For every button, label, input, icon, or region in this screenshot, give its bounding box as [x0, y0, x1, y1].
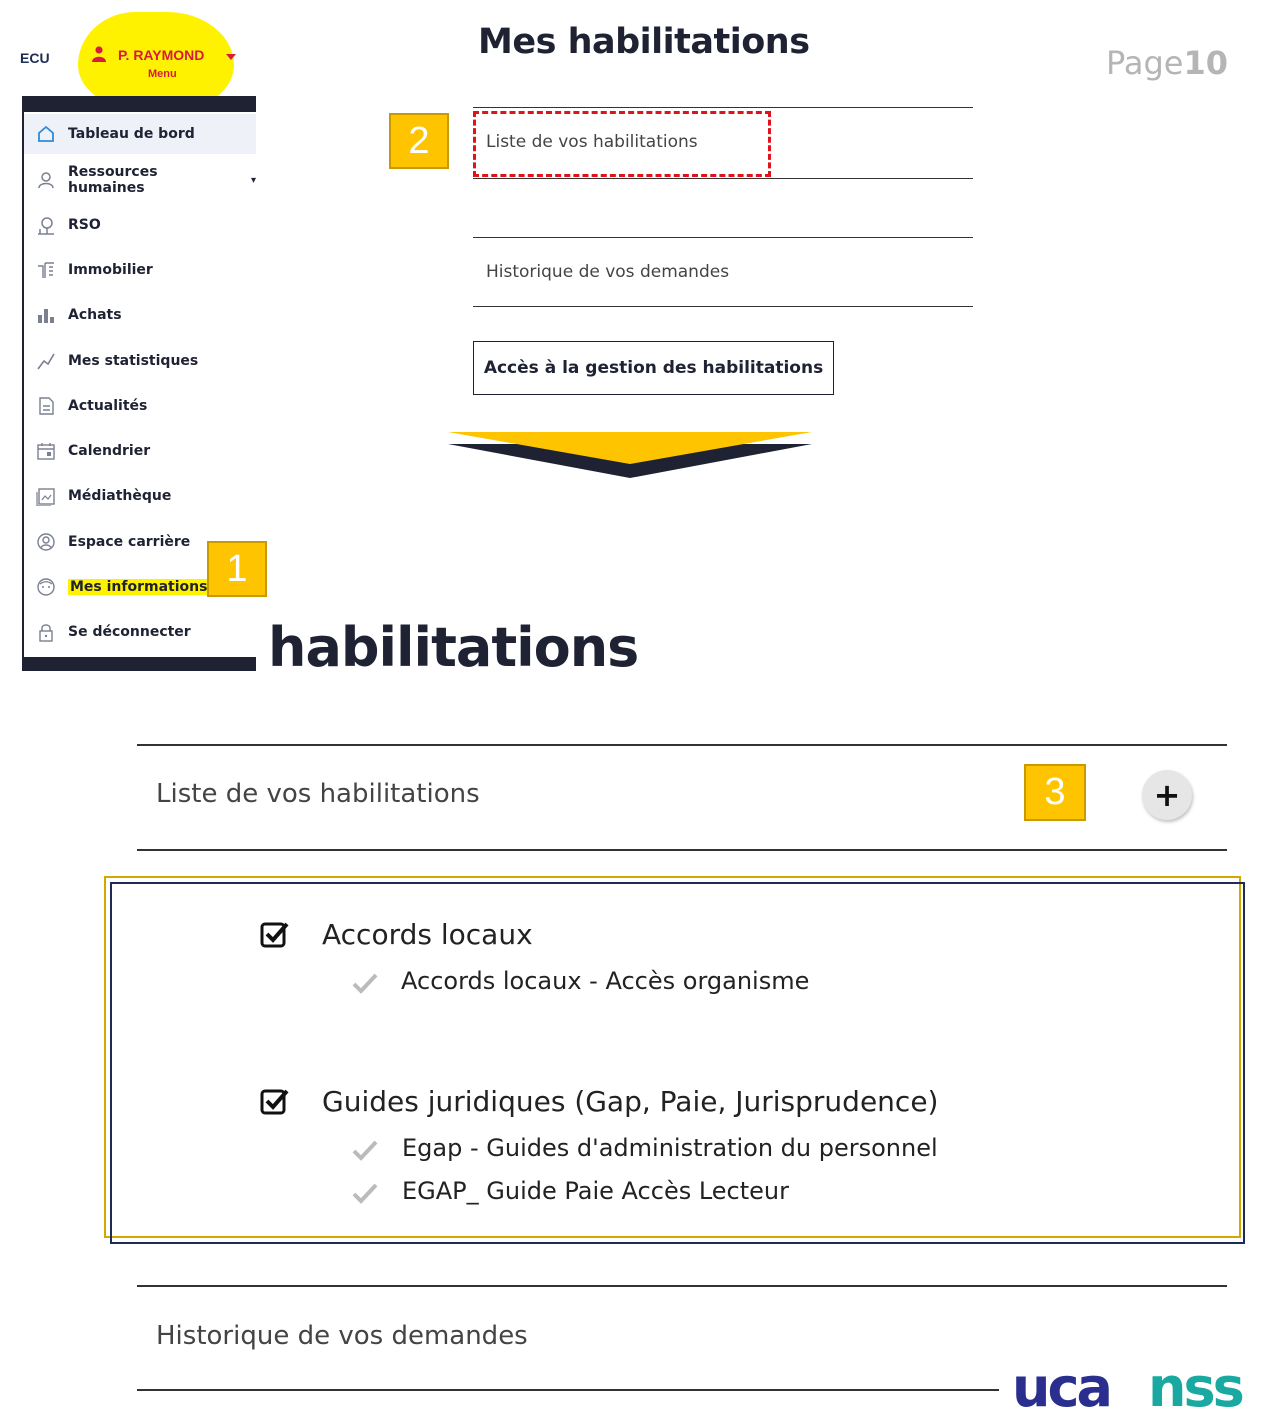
sidebar-item-calendrier[interactable]: Calendrier [36, 431, 150, 471]
arrow-down-icon [448, 432, 812, 478]
list-item: Accords locaux - Accès organisme [401, 967, 810, 995]
divider [137, 1389, 999, 1391]
home-icon [36, 124, 56, 144]
face-icon [36, 577, 56, 597]
zoom-title: habilitations [268, 616, 639, 679]
menu-header-bar [22, 96, 256, 112]
sidebar-item-immobilier[interactable]: Immobilier [36, 250, 153, 290]
divider [473, 107, 973, 108]
user-name[interactable]: P. RAYMOND [118, 47, 204, 63]
chevron-down-icon[interactable] [226, 54, 236, 60]
sidebar-item-label: RSO [68, 217, 101, 233]
user-icon [36, 170, 56, 190]
page-number-value: 10 [1183, 44, 1228, 82]
ucanss-logo: uca nss [1012, 1364, 1246, 1412]
chevron-down-icon[interactable]: ▾ [251, 175, 256, 186]
sidebar-item-se-deconnecter[interactable]: Se déconnecter [36, 612, 191, 652]
header-fragment: ECU [20, 50, 50, 66]
list-item: EGAP_ Guide Paie Accès Lecteur [402, 1177, 789, 1205]
svg-text:uca: uca [1012, 1364, 1110, 1412]
sidebar-item-label: Ressources humaines [68, 164, 158, 196]
profile-circle-icon [36, 532, 56, 552]
history-row[interactable]: Historique de vos demandes [486, 262, 729, 282]
sidebar-item-label: Calendrier [68, 443, 151, 459]
divider [137, 744, 1227, 746]
divider [473, 306, 973, 307]
sidebar-item-label: Espace carrière [68, 534, 191, 550]
sidebar-item-label: Mes informations [68, 579, 210, 595]
divider [137, 1285, 1227, 1287]
document-icon [36, 396, 56, 416]
sidebar-item-ressources-humaines[interactable]: Ressources humaines ▾ [36, 160, 256, 200]
calendar-icon [36, 441, 56, 461]
stats-icon [36, 351, 56, 371]
annotation-step-2: 2 [389, 113, 449, 169]
group-title: Accords locaux [322, 918, 533, 951]
sidebar-item-label: Se déconnecter [68, 624, 191, 640]
sidebar-item-mes-informations[interactable]: Mes informations [36, 567, 210, 607]
lock-icon [36, 622, 56, 642]
list-habilitations-row[interactable]: Liste de vos habilitations [156, 779, 480, 809]
building-icon [36, 260, 56, 280]
history-row[interactable]: Historique de vos demandes [156, 1321, 528, 1351]
tree-icon [36, 215, 56, 235]
sidebar-item-label: Achats [68, 307, 122, 323]
menu-footer-bar [22, 657, 256, 671]
checkbox-checked-icon [260, 1089, 289, 1115]
sidebar-item-mediatheque[interactable]: Médiathèque [36, 476, 171, 516]
sidebar-item-rso[interactable]: RSO [36, 205, 101, 245]
checkbox-checked-icon [260, 922, 289, 948]
check-icon [352, 1183, 378, 1204]
svg-text:nss: nss [1148, 1364, 1243, 1412]
sidebar-item-mes-statistiques[interactable]: Mes statistiques [36, 341, 198, 381]
highlight-frame [473, 111, 771, 177]
user-icon [92, 46, 106, 62]
page-label: Page [1106, 44, 1184, 82]
sidebar-item-achats[interactable]: Achats [36, 295, 122, 335]
annotation-step-3: 3 [1024, 764, 1086, 821]
annotation-step-1: 1 [207, 541, 267, 597]
sidebar-item-actualites[interactable]: Actualités [36, 386, 147, 426]
sidebar-item-label: Tableau de bord [68, 126, 195, 142]
sidebar-item-label: Mes statistiques [68, 353, 199, 369]
sidebar-item-label: Médiathèque [68, 488, 172, 504]
sidebar-item-label: Actualités [68, 398, 148, 414]
check-icon [352, 973, 378, 994]
page-number: Page10 [1106, 44, 1228, 82]
expand-button[interactable]: + [1142, 770, 1192, 820]
user-menu-label[interactable]: Menu [148, 68, 177, 80]
sidebar-item-tableau-de-bord[interactable]: Tableau de bord [24, 114, 256, 154]
list-item: Egap - Guides d'administration du person… [402, 1134, 938, 1162]
divider [137, 849, 1227, 851]
group-title: Guides juridiques (Gap, Paie, Jurisprude… [322, 1085, 939, 1118]
check-icon [352, 1140, 378, 1161]
page-title: Mes habilitations [478, 22, 810, 62]
image-icon [36, 486, 56, 506]
divider [473, 237, 973, 238]
access-management-button[interactable]: Accès à la gestion des habilitations [473, 341, 834, 395]
sidebar-item-label: Immobilier [68, 262, 153, 278]
divider [473, 178, 973, 179]
sidebar-item-espace-carriere[interactable]: Espace carrière [36, 522, 190, 562]
chart-bars-icon [36, 305, 56, 325]
